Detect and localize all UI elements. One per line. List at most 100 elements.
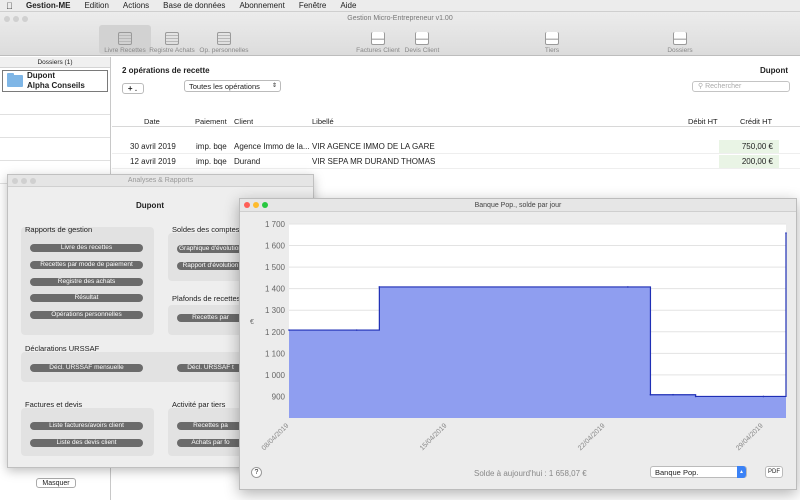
bank-account-select[interactable]: Banque Pop. ▲ xyxy=(650,466,747,478)
col-paiement[interactable]: Paiement xyxy=(195,117,227,126)
balance-today: Solde à aujourd'hui : 1 658,07 € xyxy=(474,469,587,478)
activite-group xyxy=(168,408,244,456)
menu-actions[interactable]: Actions xyxy=(123,1,149,10)
pdf-button[interactable]: PDF xyxy=(765,466,783,478)
row-client: Durand xyxy=(234,157,261,166)
x-tick-label: 29/04/2019 xyxy=(735,422,765,452)
rapport-evolution-button[interactable]: Rapport d'évolution xyxy=(177,262,244,270)
toolbar-label: Dossiers xyxy=(667,47,693,54)
tray-icon xyxy=(545,32,559,45)
livre-recettes-button[interactable]: Livre des recettes xyxy=(30,244,143,252)
liste-factures-button[interactable]: Liste factures/avoirs client xyxy=(30,422,143,430)
col-client[interactable]: Client xyxy=(234,117,253,126)
toolbar-devis-client-button[interactable]: Devis Client xyxy=(396,25,448,54)
data-point xyxy=(355,329,358,331)
bank-select-value: Banque Pop. xyxy=(655,468,699,477)
y-tick-label: 900 xyxy=(272,392,286,401)
chart-window-title: Banque Pop., solde par jour xyxy=(474,202,562,209)
folder-icon xyxy=(7,73,23,87)
table-row[interactable]: 30 avril 2019 imp. bqe Agence Immo de la… xyxy=(112,140,800,154)
window-title: Gestion Micro-Entrepreneur v1.00 xyxy=(347,15,453,22)
dossier-company: Alpha Conseils xyxy=(27,81,85,90)
calendar-icon xyxy=(165,32,179,45)
data-point xyxy=(288,329,290,331)
col-debit[interactable]: Débit HT xyxy=(688,117,718,126)
updown-arrows-icon: ⇕ xyxy=(271,83,277,89)
hide-button[interactable]: Masquer xyxy=(36,478,76,488)
toolbar-dossiers-button[interactable]: Dossiers xyxy=(654,25,706,54)
urssaf-title: Déclarations URSSAF xyxy=(25,344,100,353)
search-placeholder: Rechercher xyxy=(705,83,742,90)
updown-arrows-icon: ▲ xyxy=(737,466,746,478)
menu-fenetre[interactable]: Fenêtre xyxy=(299,1,327,10)
table-row[interactable]: 12 avril 2019 imp. bqe Durand VIR SEPA M… xyxy=(112,155,800,169)
achats-par-fournisseur-button[interactable]: Achats par fo xyxy=(177,439,244,447)
dossier-item[interactable]: Dupont Alpha Conseils xyxy=(2,70,108,92)
menu-bar:  Gestion-ME Edition Actions Base de don… xyxy=(0,0,800,12)
zoom-button[interactable] xyxy=(30,178,36,184)
toolbar-op-personnelles-button[interactable]: Op. personnelles xyxy=(198,25,250,54)
tray-icon xyxy=(673,32,687,45)
minimize-button[interactable] xyxy=(21,178,27,184)
y-tick-label: 1 000 xyxy=(265,371,286,380)
calendar-icon xyxy=(118,32,132,45)
window-controls xyxy=(244,202,271,208)
toolbar-label: Op. personnelles xyxy=(199,47,249,54)
recettes-mode-paiement-button[interactable]: Recettes par mode de paiement xyxy=(30,261,143,269)
plafonds-title: Plafonds de recettes xyxy=(172,294,241,303)
apple-icon[interactable]:  xyxy=(6,1,16,11)
toolbar-livre-recettes-button[interactable]: Livre Recettes xyxy=(99,25,151,54)
col-credit[interactable]: Crédit HT xyxy=(740,117,772,126)
recettes-par-button[interactable]: Recettes par xyxy=(177,314,244,322)
data-point xyxy=(785,232,787,234)
add-operation-button[interactable]: + ⌄ xyxy=(122,83,144,94)
col-libelle[interactable]: Libellé xyxy=(312,117,334,126)
soldes-group xyxy=(168,233,244,281)
close-button[interactable] xyxy=(244,202,250,208)
toolbar-label: Livre Recettes xyxy=(104,47,146,54)
recettes-par-tiers-button[interactable]: Recettes pa xyxy=(177,422,244,430)
help-button[interactable]: ? xyxy=(251,467,262,478)
minimize-button[interactable] xyxy=(253,202,259,208)
row-date: 30 avril 2019 xyxy=(130,142,176,151)
tray-icon xyxy=(415,32,429,45)
soldes-title: Soldes des comptes xyxy=(172,225,240,234)
data-point xyxy=(627,286,629,288)
row-credit: 750,00 € xyxy=(719,140,779,153)
menu-aide[interactable]: Aide xyxy=(340,1,356,10)
resultat-button[interactable]: Résultat xyxy=(30,294,143,302)
col-date[interactable]: Date xyxy=(144,117,160,126)
toolbar-tiers-button[interactable]: Tiers xyxy=(526,25,578,54)
menu-abonnement[interactable]: Abonnement xyxy=(239,1,284,10)
registre-achats-button[interactable]: Registre des achats xyxy=(30,278,143,286)
x-tick-label: 08/04/2019 xyxy=(261,422,291,452)
data-point xyxy=(672,393,674,396)
toolbar-label: Devis Client xyxy=(404,47,440,54)
menu-base-donnees[interactable]: Base de données xyxy=(163,1,225,10)
operations-filter-select[interactable]: Toutes les opérations ⇕ xyxy=(184,80,281,92)
x-tick-label: 22/04/2019 xyxy=(577,422,607,452)
liste-devis-button[interactable]: Liste des devis client xyxy=(30,439,143,447)
row-libelle: VIR SEPA MR DURAND THOMAS xyxy=(312,157,436,166)
data-point xyxy=(649,393,652,396)
menu-edition[interactable]: Edition xyxy=(84,1,108,10)
close-button[interactable] xyxy=(12,178,18,184)
search-input[interactable]: ⚲ Rechercher xyxy=(692,81,790,92)
y-tick-label: 1 700 xyxy=(265,220,286,229)
toolbar-registre-achats-button[interactable]: Registre Achats xyxy=(146,25,198,54)
operations-count: 2 opérations de recette xyxy=(122,66,210,75)
urssaf-mensuelle-button[interactable]: Décl. URSSAF mensuelle xyxy=(30,364,143,372)
operations-personnelles-button[interactable]: Opérations personnelles xyxy=(30,311,143,319)
urssaf-trimestrielle-button[interactable]: Décl. URSSAF t xyxy=(177,364,244,372)
menu-app[interactable]: Gestion-ME xyxy=(26,1,70,10)
analyses-titlebar: Analyses & Rapports xyxy=(8,175,313,187)
data-point xyxy=(762,395,765,398)
graphique-evolution-button[interactable]: Graphique d'évolution xyxy=(177,245,244,253)
dossier-owner: Dupont xyxy=(760,66,788,75)
zoom-button[interactable] xyxy=(262,202,268,208)
y-tick-label: 1 300 xyxy=(265,306,286,315)
analyses-owner: Dupont xyxy=(136,201,164,210)
x-tick-label: 15/04/2019 xyxy=(419,422,449,452)
chart-titlebar: Banque Pop., solde par jour xyxy=(240,199,796,212)
search-icon: ⚲ xyxy=(698,83,704,90)
